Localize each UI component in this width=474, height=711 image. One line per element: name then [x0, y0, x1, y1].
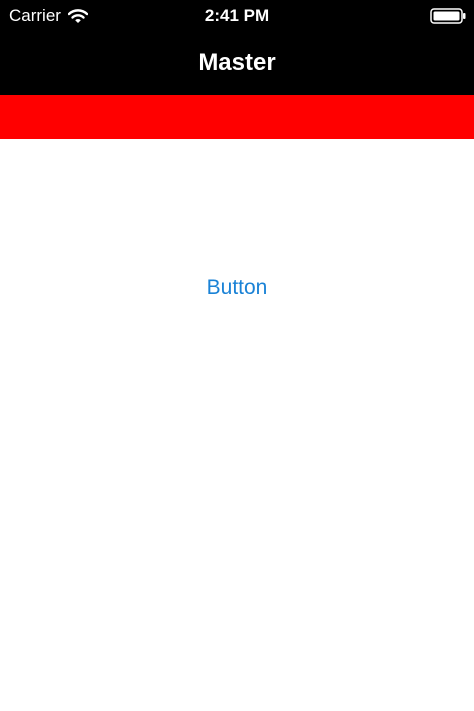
navigation-bar: Master [0, 32, 474, 95]
battery-icon [430, 8, 466, 24]
red-banner [0, 95, 474, 139]
app-screen: Carrier 2:41 PM Master Button [0, 0, 474, 711]
center-button[interactable]: Button [187, 272, 287, 304]
nav-title: Master [198, 49, 276, 76]
status-time: 2:41 PM [204, 6, 270, 25]
content-area [0, 139, 474, 711]
status-bar: Carrier 2:41 PM [0, 0, 474, 32]
